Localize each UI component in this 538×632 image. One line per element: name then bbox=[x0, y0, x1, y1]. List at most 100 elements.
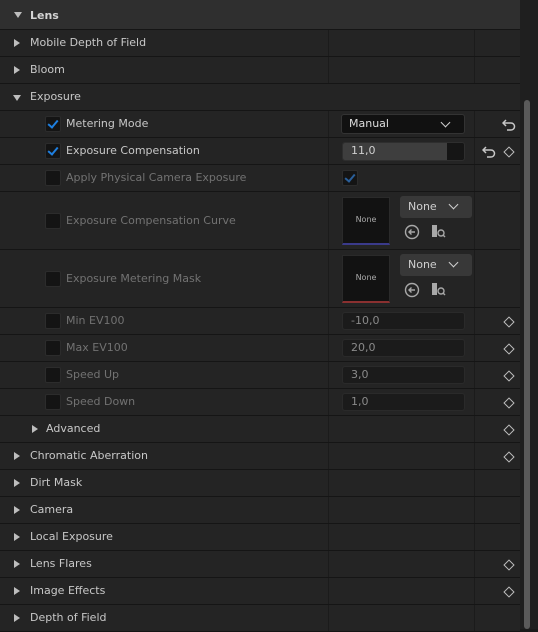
expand-arrow-icon[interactable] bbox=[14, 39, 20, 47]
dropdown-value: None bbox=[408, 258, 437, 271]
override-checkbox-exposure-compensation[interactable] bbox=[45, 143, 61, 159]
override-checkbox-apply-physical[interactable] bbox=[45, 170, 61, 186]
row-metering-mode: Metering Mode Manual bbox=[0, 111, 520, 138]
field-value: 20,0 bbox=[351, 341, 376, 354]
keyframe-diamond-icon[interactable] bbox=[503, 559, 515, 571]
thumbnail-label: None bbox=[355, 215, 377, 224]
apply-physical-value-checkbox[interactable] bbox=[342, 170, 358, 186]
details-panel: Lens Mobile Depth of Field Bloom Exposur… bbox=[0, 0, 520, 632]
override-checkbox-speed-up[interactable] bbox=[45, 367, 61, 383]
reset-to-default-icon[interactable] bbox=[502, 119, 516, 131]
expand-arrow-icon[interactable] bbox=[14, 533, 20, 541]
chevron-down-icon bbox=[448, 199, 459, 210]
keyframe-diamond-icon[interactable] bbox=[503, 146, 515, 158]
row-depth-of-field[interactable]: Depth of Field bbox=[0, 605, 520, 632]
expand-arrow-icon[interactable] bbox=[14, 560, 20, 568]
row-lens-flares[interactable]: Lens Flares bbox=[0, 551, 520, 578]
dropdown-value: Manual bbox=[349, 117, 389, 130]
field-value: -10,0 bbox=[351, 314, 380, 327]
asset-picker-dropdown[interactable]: None bbox=[400, 196, 472, 218]
property-label: Speed Up bbox=[66, 368, 120, 381]
speed-up-input[interactable]: 3,0 bbox=[342, 366, 465, 384]
keyframe-diamond-icon[interactable] bbox=[503, 424, 515, 436]
row-label: Lens Flares bbox=[30, 557, 92, 570]
row-exposure-compensation-curve: Exposure Compensation Curve None None bbox=[0, 192, 520, 250]
reset-to-default-icon[interactable] bbox=[482, 146, 496, 158]
exposure-compensation-input[interactable]: 11,0 bbox=[342, 142, 465, 161]
row-label: Local Exposure bbox=[30, 530, 113, 543]
expand-arrow-icon[interactable] bbox=[14, 66, 20, 74]
row-label: Mobile Depth of Field bbox=[30, 36, 147, 49]
row-advanced[interactable]: Advanced bbox=[0, 416, 520, 443]
keyframe-diamond-icon[interactable] bbox=[503, 316, 515, 328]
metering-mode-dropdown[interactable]: Manual bbox=[341, 114, 465, 134]
row-label: Depth of Field bbox=[30, 611, 107, 624]
asset-thumbnail[interactable]: None bbox=[342, 255, 390, 303]
row-label: Advanced bbox=[46, 422, 101, 435]
scrollbar-thumb[interactable] bbox=[524, 100, 530, 629]
row-chromatic-aberration[interactable]: Chromatic Aberration bbox=[0, 443, 520, 470]
max-ev100-input[interactable]: 20,0 bbox=[342, 339, 465, 357]
row-image-effects[interactable]: Image Effects bbox=[0, 578, 520, 605]
keyframe-diamond-icon[interactable] bbox=[503, 586, 515, 598]
expand-arrow-icon[interactable] bbox=[14, 479, 20, 487]
use-selected-asset-icon[interactable] bbox=[404, 224, 420, 240]
row-min-ev100: Min EV100 -10,0 bbox=[0, 308, 520, 335]
chevron-down-icon bbox=[448, 257, 459, 268]
property-label: Exposure Compensation bbox=[66, 144, 200, 157]
override-checkbox-metering-mask[interactable] bbox=[45, 271, 61, 287]
row-exposure-metering-mask: Exposure Metering Mask None None bbox=[0, 250, 520, 308]
row-exposure[interactable]: Exposure bbox=[0, 84, 520, 111]
row-local-exposure[interactable]: Local Exposure bbox=[0, 524, 520, 551]
keyframe-diamond-icon[interactable] bbox=[503, 343, 515, 355]
expand-arrow-icon[interactable] bbox=[32, 425, 38, 433]
expand-arrow-icon[interactable] bbox=[14, 614, 20, 622]
property-label: Exposure Compensation Curve bbox=[66, 214, 236, 227]
property-label: Exposure Metering Mask bbox=[66, 272, 202, 285]
row-label: Dirt Mask bbox=[30, 476, 83, 489]
row-dirt-mask[interactable]: Dirt Mask bbox=[0, 470, 520, 497]
expand-arrow-icon[interactable] bbox=[14, 452, 20, 460]
property-label: Min EV100 bbox=[66, 314, 125, 327]
min-ev100-input[interactable]: -10,0 bbox=[342, 312, 465, 330]
keyframe-diamond-icon[interactable] bbox=[503, 370, 515, 382]
asset-thumbnail[interactable]: None bbox=[342, 197, 390, 245]
row-exposure-compensation: Exposure Compensation 11,0 bbox=[0, 138, 520, 165]
property-label: Max EV100 bbox=[66, 341, 128, 354]
row-camera[interactable]: Camera bbox=[0, 497, 520, 524]
override-checkbox-min-ev[interactable] bbox=[45, 313, 61, 329]
thumbnail-label: None bbox=[355, 273, 377, 282]
field-value: 1,0 bbox=[351, 395, 369, 408]
keyframe-diamond-icon[interactable] bbox=[503, 397, 515, 409]
expand-arrow-icon[interactable] bbox=[14, 506, 20, 514]
property-label: Metering Mode bbox=[66, 117, 149, 130]
row-speed-up: Speed Up 3,0 bbox=[0, 362, 520, 389]
chevron-down-icon bbox=[440, 117, 451, 128]
asset-picker-dropdown[interactable]: None bbox=[400, 254, 472, 276]
override-checkbox-max-ev[interactable] bbox=[45, 340, 61, 356]
row-speed-down: Speed Down 1,0 bbox=[0, 389, 520, 416]
browse-asset-icon[interactable] bbox=[430, 281, 446, 297]
row-label: Bloom bbox=[30, 63, 65, 76]
collapse-arrow-icon[interactable] bbox=[13, 95, 21, 101]
row-label: Chromatic Aberration bbox=[30, 449, 148, 462]
field-value: 11,0 bbox=[351, 144, 376, 157]
field-value: 3,0 bbox=[351, 368, 369, 381]
row-mobile-depth-of-field[interactable]: Mobile Depth of Field bbox=[0, 30, 520, 57]
keyframe-diamond-icon[interactable] bbox=[503, 451, 515, 463]
collapse-arrow-icon[interactable] bbox=[14, 12, 22, 18]
override-checkbox-metering-mode[interactable] bbox=[45, 116, 61, 132]
speed-down-input[interactable]: 1,0 bbox=[342, 393, 465, 411]
row-label: Exposure bbox=[30, 90, 81, 103]
expand-arrow-icon[interactable] bbox=[14, 587, 20, 595]
row-bloom[interactable]: Bloom bbox=[0, 57, 520, 84]
override-checkbox-speed-down[interactable] bbox=[45, 394, 61, 410]
browse-asset-icon[interactable] bbox=[430, 223, 446, 239]
row-apply-physical-camera-exposure: Apply Physical Camera Exposure bbox=[0, 165, 520, 192]
section-header-lens[interactable]: Lens bbox=[0, 0, 520, 30]
property-label: Apply Physical Camera Exposure bbox=[66, 171, 247, 184]
section-title: Lens bbox=[30, 9, 59, 22]
use-selected-asset-icon[interactable] bbox=[404, 282, 420, 298]
row-label: Image Effects bbox=[30, 584, 106, 597]
override-checkbox-comp-curve[interactable] bbox=[45, 213, 61, 229]
